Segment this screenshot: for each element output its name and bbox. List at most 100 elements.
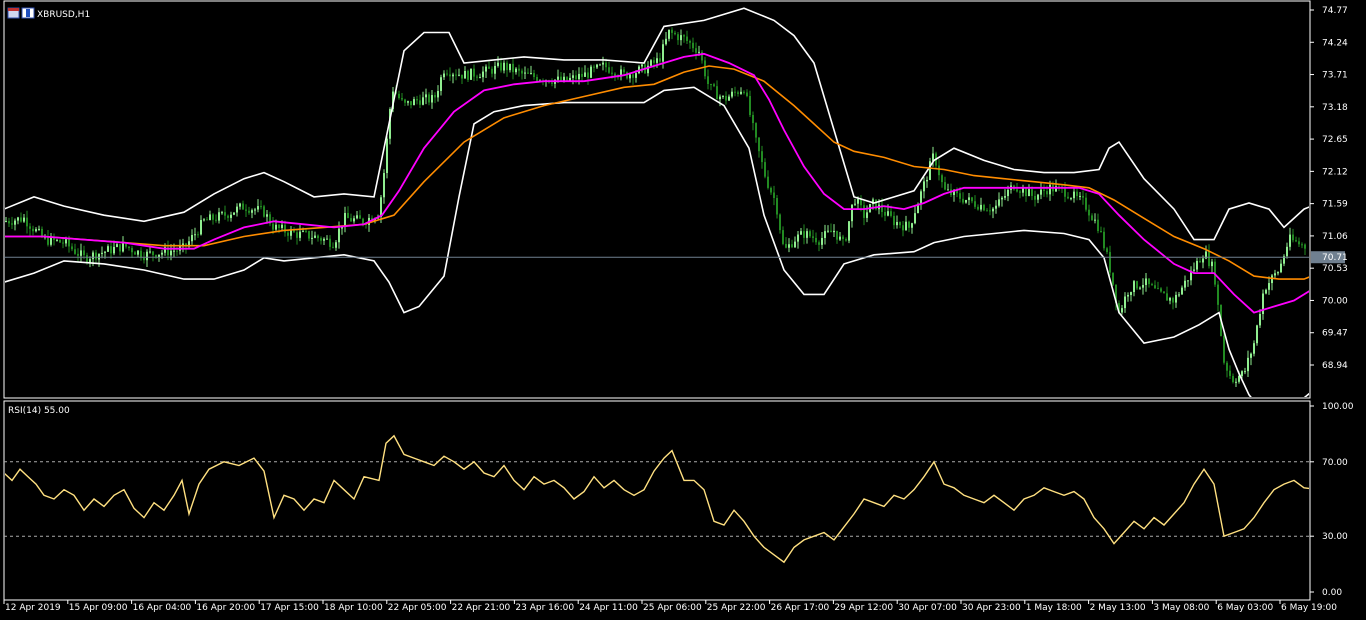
x-tick-label: 6 May 19:00 [1281,603,1337,613]
y-tick-label: 73.71 [1322,71,1348,81]
candle-body [380,197,382,218]
candle-body [254,209,256,211]
candle-body [569,77,571,81]
candle-body [707,76,709,85]
candle-body [824,231,826,238]
candle-body [863,205,865,218]
candle-body [908,221,910,228]
candle-body [386,138,388,174]
candle-body [1025,188,1027,197]
indicator-pane-frame [3,400,1311,601]
candle-body [227,215,229,218]
candle-body [113,246,115,254]
candle-body [716,86,718,100]
candle-body [470,68,472,80]
candle-body [455,74,457,76]
candle-body [893,215,895,226]
x-tick-label: 25 Apr 22:00 [707,603,766,613]
candle-body [599,64,601,66]
candle-body [80,250,82,256]
candle-body [1301,244,1303,246]
candle-body [959,193,961,199]
candle-body [224,212,226,216]
candle-body [221,212,223,214]
candle-body [527,72,529,74]
candle-body [128,246,130,249]
candle-body [200,220,202,235]
candle-body [1151,284,1153,286]
candle-body [1250,353,1252,358]
candle-body [452,74,454,77]
candle-body [680,35,682,41]
candle-body [1217,284,1219,305]
candle-body [758,137,760,152]
candle-body [1121,308,1123,313]
candle-body [110,246,112,254]
candle-body [362,218,364,224]
y-tick-label: 74.77 [1322,6,1348,16]
candle-body [503,62,505,71]
candle-body [989,210,991,212]
x-tick-label: 22 Apr 21:00 [452,603,511,613]
candle-body [1034,195,1036,200]
candle-body [47,236,49,245]
candle-body [143,257,145,261]
candle-body [998,199,1000,206]
candle-body [359,215,361,219]
candle-body [404,99,406,103]
x-tick-label: 25 Apr 06:00 [643,603,702,613]
candle-body [26,217,28,227]
candle-body [584,72,586,77]
candle-body [347,212,349,219]
candle-body [230,214,232,218]
candle-body [92,252,94,260]
candle-body [1229,370,1231,376]
x-tick-label: 26 Apr 17:00 [771,603,830,613]
candle-body [467,70,469,80]
candle-body [755,123,757,138]
candle-body [1178,294,1180,296]
x-tick-label: 16 Apr 04:00 [133,603,192,613]
candle-body [560,76,562,81]
candle-body [1196,260,1198,270]
candle-body [674,32,676,35]
candle-body [1133,281,1135,293]
candle-body [845,239,847,241]
candle-body [11,223,13,225]
candle-body [896,221,898,226]
candle-body [1211,261,1213,267]
candle-body [773,192,775,199]
candle-body [800,231,802,235]
candle-body [1016,189,1018,192]
candle-body [62,242,64,244]
candle-body [1031,189,1033,196]
y-tick-label: 72.12 [1322,167,1348,177]
candle-body [737,92,739,94]
y-tick-label: 70.53 [1322,264,1348,274]
candle-body [71,246,73,250]
candle-body [743,91,745,93]
candle-body [728,96,730,101]
candle-body [797,234,799,242]
candle-body [1166,293,1168,301]
candle-body [35,229,37,232]
candle-body [842,236,844,240]
candle-body [938,165,940,176]
x-tick-label: 1 May 18:00 [1026,603,1082,613]
candle-body [785,243,787,248]
candle-body [668,29,670,39]
candle-body [776,198,778,215]
candle-body [650,60,652,66]
candle-body [344,212,346,227]
candle-body [533,73,535,78]
candle-body [1106,248,1108,253]
candle-body [1049,184,1051,195]
candle-body [971,197,973,202]
candle-body [566,76,568,81]
candle-body [428,94,430,103]
candle-body [383,173,385,198]
candle-body [806,231,808,238]
candle-body [686,36,688,41]
candle-body [1271,275,1273,284]
rsi-y-tick-label: 0.00 [1322,588,1342,598]
